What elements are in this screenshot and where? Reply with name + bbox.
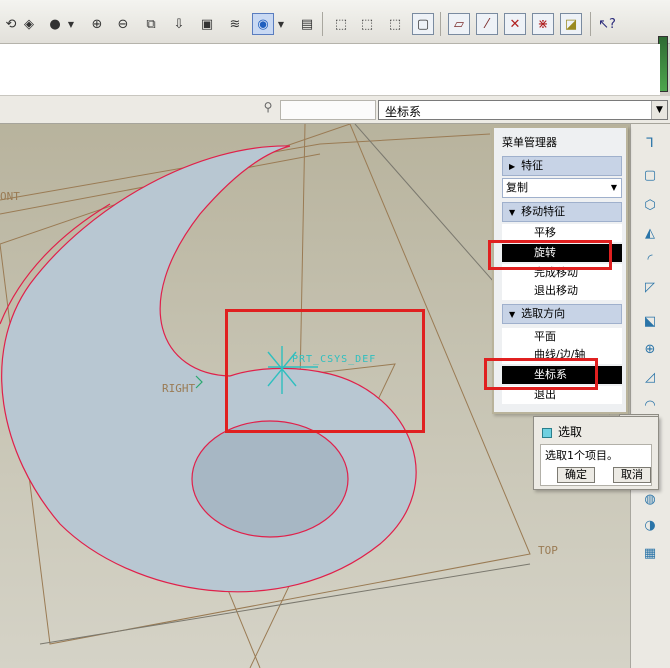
menu-section-move[interactable]: ▼ 移动特征 [502, 202, 622, 222]
chamfer-icon[interactable]: ◸ [639, 276, 661, 298]
sphere-dropdown-icon[interactable]: ▼ [66, 13, 76, 35]
datum-axis-icon[interactable]: ⁄ [476, 13, 498, 35]
menu-item-quit-move[interactable]: 退出移动 [502, 282, 622, 300]
select-dialog-title-text: 选取 [558, 425, 583, 439]
menu-manager-title: 菜单管理器 [502, 136, 557, 149]
zoom-out-icon[interactable]: ⊖ [112, 13, 134, 35]
menu-section-feature[interactable]: ▶ 特征 [502, 156, 622, 176]
menu-section-move-label: 移动特征 [521, 205, 566, 218]
display-dropdown-icon[interactable]: ▼ [276, 13, 286, 35]
layers-icon[interactable]: ≋ [224, 13, 246, 35]
triangle-down-icon: ▼ [509, 208, 516, 217]
annotation-box-rotate [488, 240, 612, 270]
annotation-box-csys-glyph [225, 309, 425, 433]
triangle-right-icon: ▶ [509, 162, 516, 171]
selection-filter[interactable]: 坐标系 ▼ [378, 100, 668, 120]
smart-filter-field[interactable] [280, 100, 376, 120]
round-icon[interactable]: ◜ [639, 248, 661, 270]
cube-icon [542, 427, 552, 438]
shade-icon[interactable]: ◈ [18, 13, 40, 35]
menu-section-direction-label: 选取方向 [521, 307, 566, 320]
lock-icon[interactable]: ⚲ [260, 100, 276, 120]
menu-section-direction[interactable]: ▼ 选取方向 [502, 304, 622, 324]
triangle-down-icon: ▼ [509, 310, 516, 319]
whats-this-icon[interactable]: ↖? [596, 13, 618, 35]
feature-toolbar: ⅂ ▢ ⬡ ◭ ◜ ◸ ⬕ ⊕ ◿ ◠ ◍ ◑ ▦ [630, 124, 670, 668]
refit-icon[interactable]: ⧉ [140, 13, 162, 35]
menu-section-feature-label: 特征 [521, 159, 544, 172]
select-dialog-message: 选取1个项目。 [545, 449, 618, 462]
plane-feature-icon[interactable]: ◿ [639, 366, 661, 388]
spiral-inner-region [192, 421, 348, 537]
datum-label-right: RIGHT [162, 382, 196, 395]
display-style-icon[interactable]: ◉ [252, 13, 274, 35]
message-area [0, 44, 660, 96]
chevron-down-icon[interactable]: ▼ [651, 101, 667, 119]
zoom-in-icon[interactable]: ⊕ [86, 13, 108, 35]
chevron-down-icon[interactable]: ▼ [611, 179, 617, 197]
datum-point-icon[interactable]: ✕ [504, 13, 526, 35]
model-tree-icon[interactable]: ▤ [296, 13, 318, 35]
pattern-icon[interactable]: ◍ [639, 488, 661, 510]
reorient-icon[interactable]: ⇩ [168, 13, 190, 35]
datum-feature-icon[interactable]: ⬕ [639, 310, 661, 332]
named-view-icon[interactable]: ▣ [196, 13, 218, 35]
mirror-icon[interactable]: ◑ [639, 514, 661, 536]
sphere-icon[interactable]: ● [44, 13, 66, 35]
sweep-icon[interactable]: ⅂ [639, 132, 661, 154]
datum-plane-icon[interactable]: ▱ [448, 13, 470, 35]
annotation-icon[interactable]: ◪ [560, 13, 582, 35]
wireframe-icon[interactable]: ⬚ [330, 13, 352, 35]
main-toolbar: ⟲ ◈ ● ▼ ⊕ ⊖ ⧉ ⇩ ▣ ≋ ◉ ▼ ▤ ⬚ ⬚ ⬚ ▢ ▱ ⁄ ✕ … [0, 0, 670, 44]
select-dialog-body: 选取1个项目。 确定 取消 [540, 444, 652, 486]
ok-button[interactable]: 确定 [557, 467, 595, 483]
copy-combo[interactable]: 复制 ▼ [502, 178, 622, 198]
select-dialog-title: 选取 [542, 423, 582, 440]
draft-icon[interactable]: ◭ [639, 222, 661, 244]
datum-label-top: TOP [538, 544, 558, 557]
selection-filter-value: 坐标系 [385, 105, 422, 119]
shell-icon[interactable]: ▢ [639, 164, 661, 186]
shading-icon[interactable]: ▢ [412, 13, 434, 35]
annotation-box-csys [484, 358, 598, 390]
hidden-line-icon[interactable]: ⬚ [356, 13, 378, 35]
rib-icon[interactable]: ⬡ [639, 194, 661, 216]
no-hidden-icon[interactable]: ⬚ [384, 13, 406, 35]
grid-icon[interactable]: ▦ [639, 542, 661, 564]
coordinate-system-icon[interactable]: ⋇ [532, 13, 554, 35]
datum-label-front: ONT [0, 190, 20, 203]
surface-feature-icon[interactable]: ◠ [639, 394, 661, 416]
menu-item-plane[interactable]: 平面 [502, 328, 622, 346]
axis-feature-icon[interactable]: ⊕ [639, 338, 661, 360]
select-dialog: 选取 选取1个项目。 确定 取消 [533, 416, 659, 490]
copy-combo-value: 复制 [506, 181, 528, 194]
cancel-button[interactable]: 取消 [613, 467, 651, 483]
